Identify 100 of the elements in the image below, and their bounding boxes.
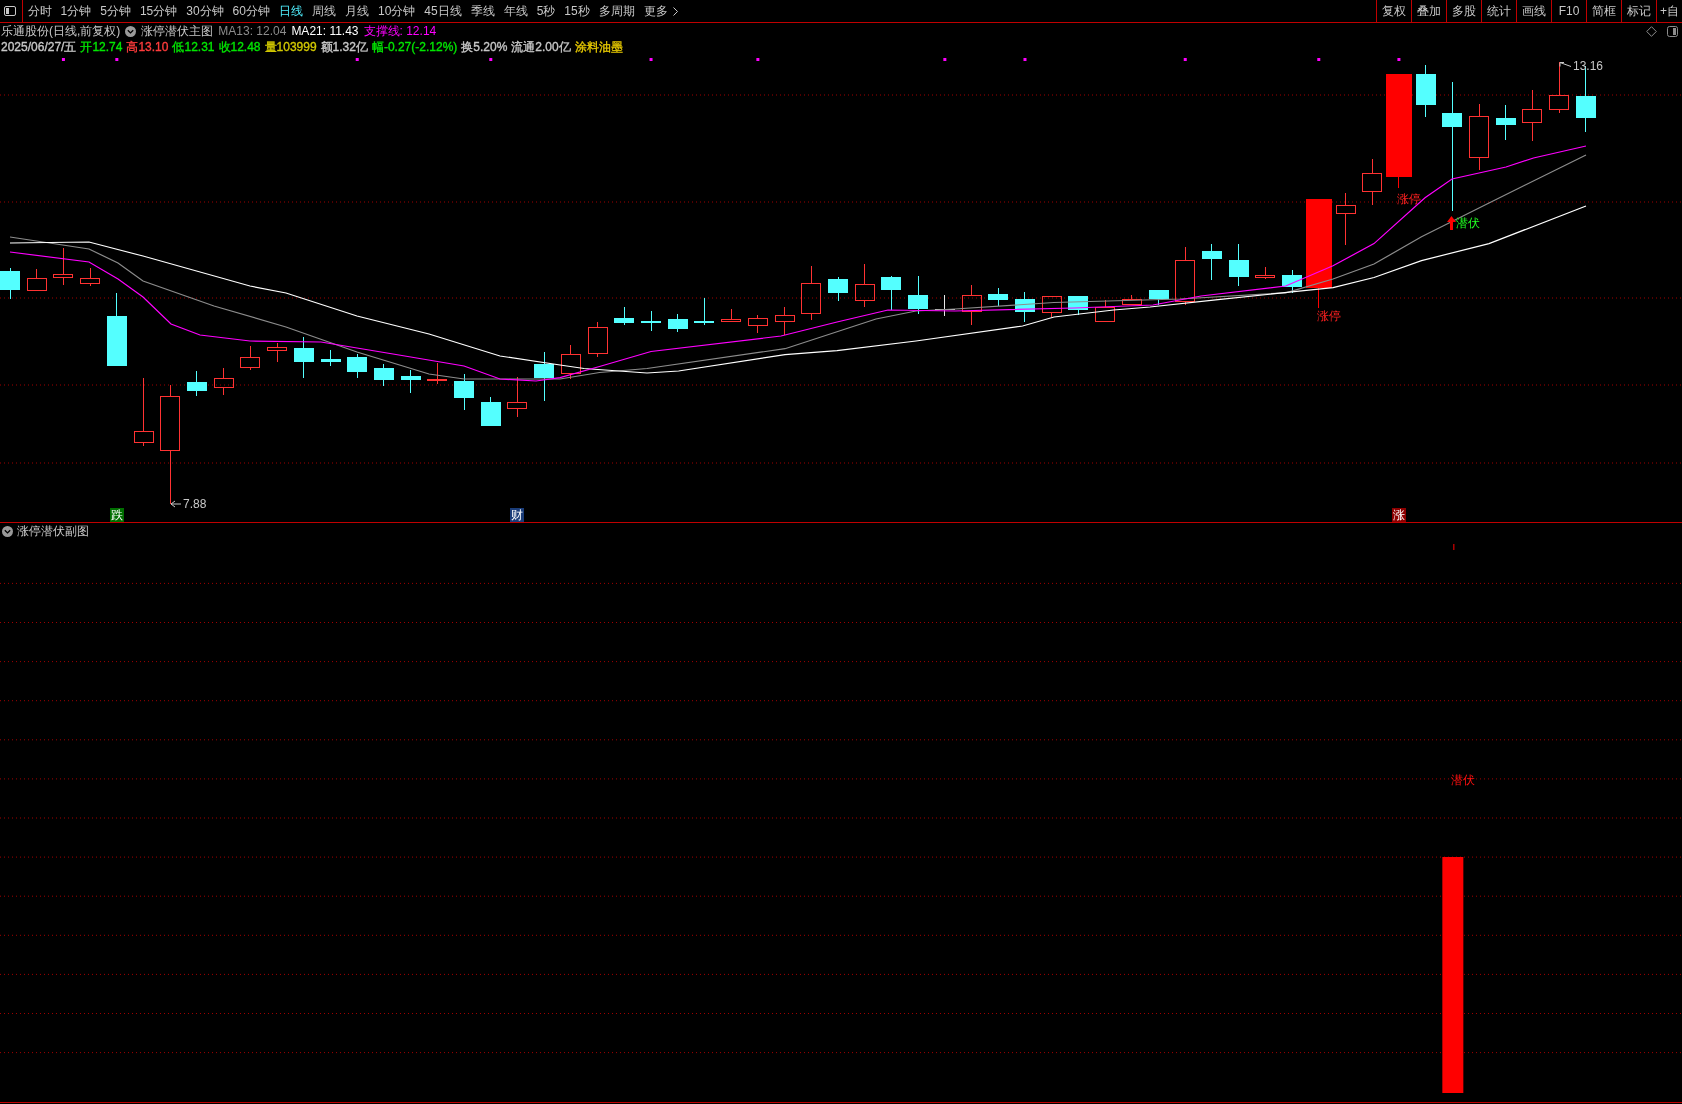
falling-candle (347, 353, 368, 379)
falling-candle (881, 275, 902, 311)
stock-title: 乐通股份(日线,前复权) (1, 22, 121, 40)
quote-value: 2025/06/27/五 (1, 39, 77, 56)
period-tab[interactable]: 10分钟 (373, 0, 420, 22)
period-tab[interactable]: 日线 (274, 0, 308, 22)
chevron-right-icon (672, 6, 678, 16)
marker-icon (61, 58, 65, 61)
rising-candle (80, 267, 101, 287)
falling-candle (534, 351, 555, 402)
period-tab[interactable]: 周线 (307, 0, 341, 22)
marker-icon (1023, 58, 1027, 61)
period-tab[interactable]: 多周期 (594, 0, 640, 22)
rising-candle (1469, 103, 1490, 171)
more-menu-button[interactable]: 更多 (639, 0, 683, 22)
signal-label: 潜伏 (1456, 216, 1481, 230)
falling-candle (1148, 290, 1169, 306)
marker-icon (1183, 58, 1187, 61)
marker-icon (649, 58, 653, 61)
period-tab[interactable]: 分时 (23, 0, 56, 22)
rising-candle (1095, 299, 1116, 322)
indicator-name: 涨停潜伏主图 (141, 22, 214, 40)
falling-candle (1495, 104, 1516, 141)
quote-value: 开12.74 (80, 39, 123, 56)
falling-candle (1015, 291, 1035, 322)
falling-candle (454, 373, 475, 411)
signal-label: 潜伏 (1451, 773, 1476, 787)
rising-candle (854, 263, 875, 308)
chevron-circle-icon[interactable] (2, 526, 13, 537)
period-tab[interactable]: 1分钟 (56, 0, 96, 22)
up-arrow-icon (1447, 216, 1457, 230)
signal-label: 涨停 (1316, 309, 1341, 323)
rising-candle (1121, 294, 1142, 305)
toolbar-button[interactable]: 统计 (1481, 0, 1516, 22)
falling-candle (988, 287, 1009, 307)
period-tab[interactable]: 15分钟 (135, 0, 182, 22)
falling-candle (641, 310, 662, 331)
chevron-circle-icon[interactable] (125, 25, 137, 37)
quote-value: 换5.20% (461, 39, 508, 56)
rising-candle (560, 344, 581, 380)
marker-icon (1317, 58, 1321, 61)
toolbar-button[interactable]: +自 (1656, 0, 1682, 22)
quote-value: 幅-0.27(-2.12%) (371, 39, 458, 56)
rising-candle (747, 314, 768, 333)
falling-candle (667, 313, 688, 333)
toolbar-button[interactable]: 叠加 (1411, 0, 1446, 22)
rising-candle (26, 268, 47, 291)
falling-candle (614, 306, 635, 326)
period-tab[interactable]: 5秒 (532, 0, 560, 22)
quote-value: 涂料油墨 (574, 39, 623, 56)
rising-candle (240, 345, 261, 371)
period-tab[interactable]: 45日线 (419, 0, 467, 22)
diamond-icon[interactable] (1646, 25, 1657, 37)
rising-candle (801, 265, 822, 321)
event-badge: 涨 (1391, 508, 1406, 522)
toolbar-button[interactable]: 多股 (1446, 0, 1481, 22)
rising-candle (774, 306, 795, 335)
quote-value: 收12.48 (218, 39, 261, 56)
toolbar-button[interactable]: 复权 (1376, 0, 1411, 22)
falling-candle (320, 349, 341, 367)
quote-value: 低12.31 (172, 39, 215, 56)
panel-toggle-icon[interactable] (1667, 25, 1678, 37)
period-tab[interactable]: 季线 (466, 0, 500, 22)
rising-candle (1175, 246, 1196, 306)
signal-label: 涨停 (1396, 192, 1421, 206)
indicator-value: 支撑线: 12.14 (363, 22, 437, 40)
quote-value: 额1.32亿 (320, 39, 368, 56)
falling-candle (1068, 296, 1089, 316)
rising-candle (1255, 266, 1276, 280)
tick-mark (1453, 544, 1455, 550)
falling-candle (1201, 243, 1222, 281)
falling-candle (293, 336, 314, 379)
period-tab[interactable]: 15秒 (559, 0, 595, 22)
event-badge: 跌 (109, 508, 124, 522)
falling-candle (373, 363, 394, 387)
toolbar-button[interactable]: 简框 (1586, 0, 1621, 22)
rising-candle (133, 377, 154, 447)
toolbar-button[interactable]: 标记 (1621, 0, 1656, 22)
toolbar-button[interactable]: 画线 (1516, 0, 1551, 22)
period-tab[interactable]: 5分钟 (95, 0, 136, 22)
falling-candle (908, 275, 929, 315)
price-label: 7.88 (183, 497, 207, 511)
rising-candle (507, 376, 528, 418)
period-tab[interactable]: 60分钟 (228, 0, 275, 22)
indicator-value: MA21: 11.43 (291, 24, 359, 38)
marker-icon (943, 58, 947, 61)
period-tab[interactable]: 年线 (499, 0, 533, 22)
period-tab[interactable]: 30分钟 (181, 0, 229, 22)
sidebar-toggle-icon[interactable] (4, 6, 16, 16)
marker-icon (355, 58, 359, 61)
marker-icon (115, 58, 119, 61)
rising-candle (53, 247, 74, 286)
falling-candle (0, 267, 20, 300)
rising-candle (213, 367, 234, 396)
rising-candle (1041, 296, 1062, 318)
toolbar-button[interactable]: F10 (1551, 0, 1586, 22)
quote-value: 流通2.00亿 (511, 39, 571, 56)
period-tab[interactable]: 月线 (340, 0, 374, 22)
rising-candle (961, 284, 982, 326)
falling-candle (480, 396, 501, 426)
